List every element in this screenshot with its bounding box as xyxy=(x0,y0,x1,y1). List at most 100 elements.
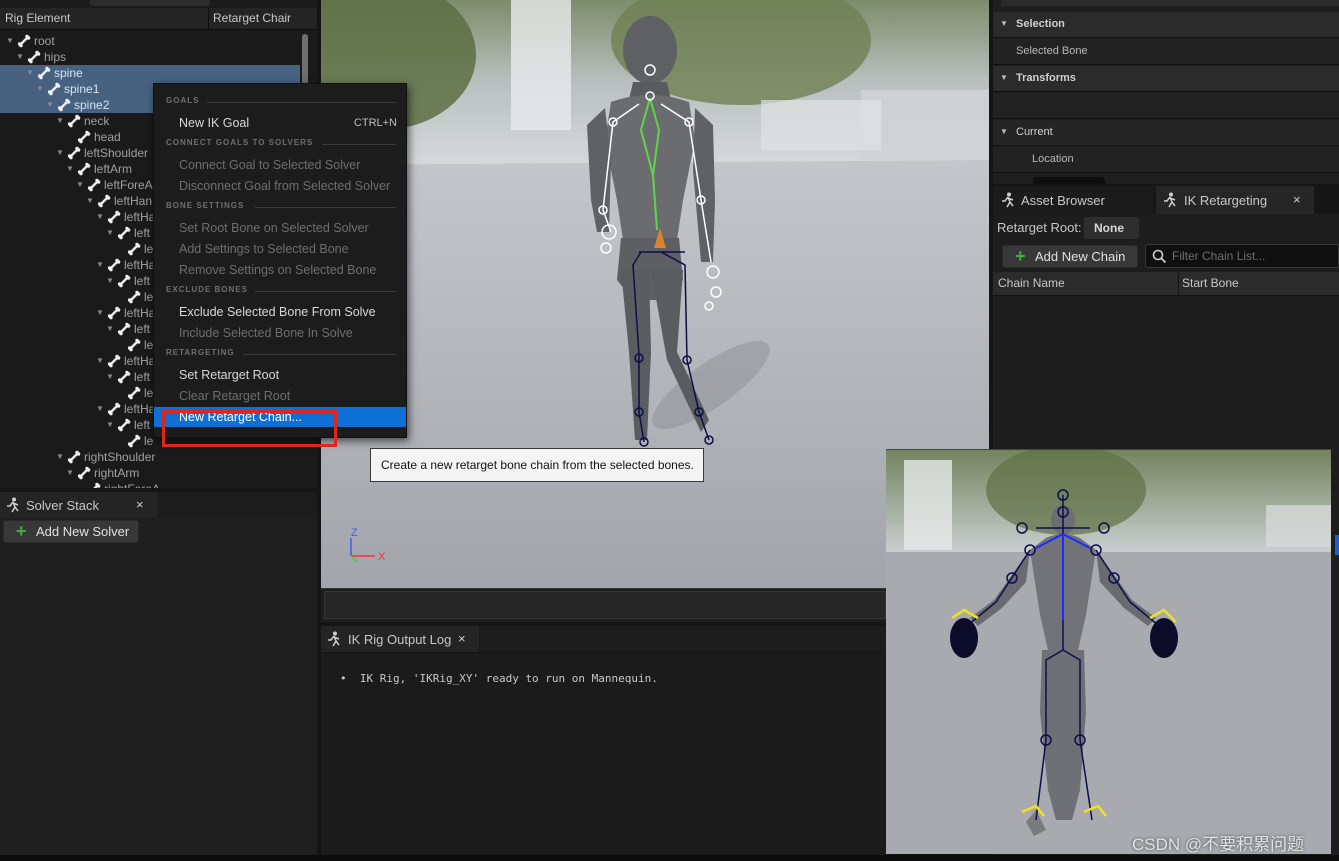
column-rig-element[interactable]: Rig Element xyxy=(5,11,70,25)
chevron-down-icon[interactable]: ▼ xyxy=(36,81,46,97)
menu-section-header: RETARGETING xyxy=(166,348,235,357)
chevron-down-icon[interactable]: ▼ xyxy=(76,177,86,193)
status-bar xyxy=(0,855,1339,861)
watermark: CSDN @不要积累问题 xyxy=(1132,835,1305,854)
tree-row-label: rightArm xyxy=(94,466,140,480)
ik-retargeting-figure-icon xyxy=(1164,192,1176,208)
chevron-down-icon[interactable]: ▼ xyxy=(106,225,116,241)
chevron-down-icon[interactable]: ▼ xyxy=(66,161,76,177)
retarget-root-value[interactable]: None xyxy=(1084,217,1139,239)
close-icon[interactable]: × xyxy=(458,631,466,646)
chevron-down-icon[interactable]: ▼ xyxy=(6,33,16,49)
tree-row-label: spine xyxy=(54,66,83,80)
close-icon[interactable]: × xyxy=(136,497,144,512)
chevron-down-icon[interactable]: ▼ xyxy=(106,321,116,337)
chevron-down-icon[interactable]: ▼ xyxy=(26,65,36,81)
bone-icon xyxy=(37,66,51,80)
menu-item-label: Connect Goal to Selected Solver xyxy=(179,158,361,172)
add-new-chain-button[interactable]: + Add New Chain xyxy=(1002,245,1138,268)
viewport-footer-field[interactable] xyxy=(324,591,886,619)
menu-item[interactable]: Connect Goal to Selected Solver xyxy=(154,155,406,175)
menu-item[interactable]: Add Settings to Selected Bone xyxy=(154,239,406,259)
chevron-down-icon[interactable]: ▼ xyxy=(96,257,106,273)
menu-item[interactable]: Remove Settings on Selected Bone xyxy=(154,260,406,280)
menu-item[interactable]: Exclude Selected Bone From Solve xyxy=(154,302,406,322)
chevron-down-icon[interactable]: ▼ xyxy=(56,145,66,161)
menu-item[interactable]: Disconnect Goal from Selected Solver xyxy=(154,176,406,196)
tree-row-label: rightForeA xyxy=(104,481,160,488)
tree-row-label: hips xyxy=(44,50,67,64)
tree-row[interactable]: ▼ rightShoulder xyxy=(0,449,300,465)
chevron-down-icon[interactable]: ▼ xyxy=(56,113,66,129)
chevron-down-icon: ▼ xyxy=(1000,73,1008,82)
tree-row-label: leftHa xyxy=(124,306,156,320)
chevron-down-icon[interactable]: ▼ xyxy=(46,97,56,113)
chevron-down-icon[interactable]: ▼ xyxy=(106,369,116,385)
bone-icon xyxy=(77,130,91,144)
menu-item[interactable]: Set Root Bone on Selected Solver xyxy=(154,218,406,238)
solver-figure-icon xyxy=(7,497,19,513)
tab-asset-browser[interactable]: Asset Browser xyxy=(993,186,1153,214)
chevron-down-icon[interactable]: ▼ xyxy=(106,273,116,289)
menu-section-header: CONNECT GOALS TO SOLVERS xyxy=(166,138,314,147)
chevron-down-icon[interactable]: ▼ xyxy=(96,209,106,225)
add-new-solver-button[interactable]: + Add New Solver xyxy=(3,520,139,543)
selection-header: Selection xyxy=(1016,18,1065,30)
column-start-bone[interactable]: Start Bone xyxy=(1182,276,1239,290)
tree-row-label: leftForeA xyxy=(104,178,153,192)
tree-row-label: leftHan xyxy=(114,194,153,208)
tree-row-label: le xyxy=(144,338,154,352)
menu-section-header: GOALS xyxy=(166,96,200,105)
search-box-edge[interactable] xyxy=(90,0,210,6)
menu-item-label: Set Root Bone on Selected Solver xyxy=(179,221,369,235)
bone-icon xyxy=(107,354,121,368)
tree-row-label: spine2 xyxy=(74,98,110,112)
menu-item[interactable]: Set Retarget Root xyxy=(154,365,406,385)
tree-row-label: leftHa xyxy=(124,210,156,224)
tree-row[interactable]: ▼ hips xyxy=(0,49,300,65)
plus-icon: + xyxy=(16,521,27,541)
tab-solver-stack[interactable]: Solver Stack × xyxy=(0,492,158,518)
axis-z-label: Z xyxy=(351,527,358,539)
bone-icon xyxy=(107,306,121,320)
category-transforms[interactable]: ▼ Transforms xyxy=(993,66,1339,92)
menu-item[interactable]: Clear Retarget Root xyxy=(154,386,406,406)
tree-row[interactable]: ▼ rightArm xyxy=(0,465,300,481)
bone-icon xyxy=(117,322,131,336)
details-search-edge[interactable] xyxy=(1001,0,1339,6)
bone-icon xyxy=(127,290,141,304)
bone-icon xyxy=(67,114,81,128)
menu-item[interactable]: Include Selected Bone In Solve xyxy=(154,323,406,343)
solver-stack-tab-label: Solver Stack xyxy=(26,498,99,513)
category-selection[interactable]: ▼ Selection xyxy=(993,12,1339,38)
chevron-down-icon[interactable]: ▼ xyxy=(96,401,106,417)
ik-rig-editor: Rig Element Retarget Chair ▼ root ▼ hips ▼ sp… xyxy=(0,0,1339,861)
tree-row[interactable]: rightForeA xyxy=(0,481,300,488)
close-icon[interactable]: × xyxy=(1293,192,1301,207)
tree-row[interactable]: ▼ root xyxy=(0,33,300,49)
menu-item-label: Clear Retarget Root xyxy=(179,389,291,403)
bone-icon xyxy=(127,386,141,400)
chevron-down-icon[interactable]: ▼ xyxy=(16,49,26,65)
bone-icon xyxy=(47,82,61,96)
category-current[interactable]: ▼ Current xyxy=(993,120,1339,146)
column-chain-name[interactable]: Chain Name xyxy=(998,276,1065,290)
menu-item[interactable]: New IK Goal CTRL+N xyxy=(154,113,406,133)
chevron-down-icon[interactable]: ▼ xyxy=(106,417,116,433)
chevron-down-icon[interactable]: ▼ xyxy=(56,449,66,465)
transform-dropdown-edge[interactable] xyxy=(1033,177,1105,184)
column-retarget-chain[interactable]: Retarget Chair xyxy=(213,11,291,25)
chevron-down-icon[interactable]: ▼ xyxy=(96,305,106,321)
tree-row-label: leftShoulder xyxy=(84,146,149,160)
chevron-down-icon[interactable]: ▼ xyxy=(66,465,76,481)
menu-item-label: Add Settings to Selected Bone xyxy=(179,242,349,256)
tab-ik-retargeting[interactable]: IK Retargeting × xyxy=(1156,186,1314,214)
log-line-text: IK Rig, 'IKRig_XY' ready to run on Manne… xyxy=(359,672,658,685)
tab-ik-rig-output-log[interactable]: IK Rig Output Log × xyxy=(321,626,479,652)
chain-filter-input[interactable] xyxy=(1172,248,1332,264)
chevron-down-icon[interactable]: ▼ xyxy=(86,193,96,209)
output-log-figure-icon xyxy=(328,631,340,647)
chain-filter-box[interactable] xyxy=(1145,244,1339,268)
chevron-down-icon[interactable]: ▼ xyxy=(96,353,106,369)
tree-row[interactable]: ▼ spine xyxy=(0,65,300,81)
